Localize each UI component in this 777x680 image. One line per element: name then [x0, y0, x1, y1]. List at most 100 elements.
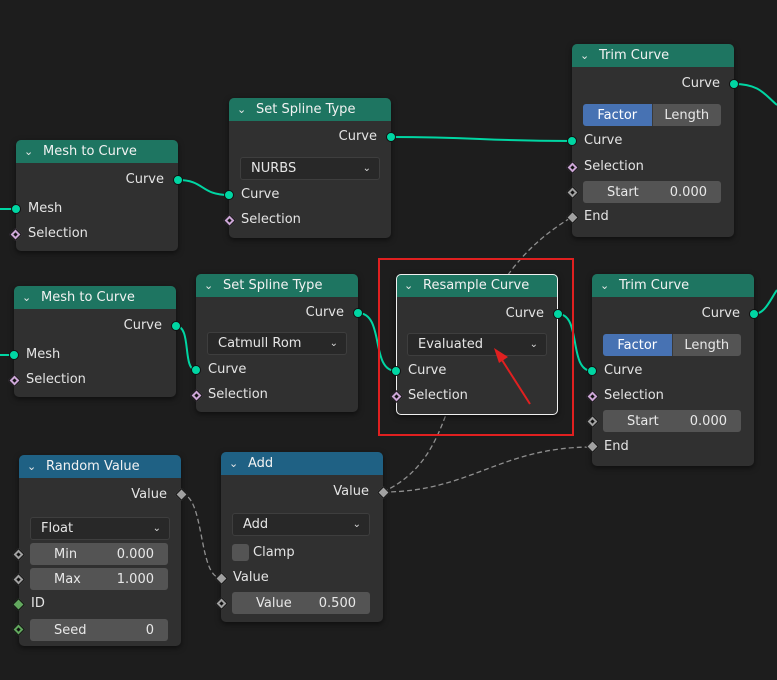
start-field[interactable]: Start 0.000 — [583, 181, 721, 203]
input-end-label: End — [584, 209, 609, 224]
clamp-label: Clamp — [253, 544, 295, 560]
dropdown-value: Float — [41, 521, 74, 536]
node-header[interactable]: ⌄ Mesh to Curve — [16, 140, 178, 163]
input-curve-label: Curve — [604, 363, 643, 378]
start-field[interactable]: Start 0.000 — [603, 410, 741, 432]
chevron-down-icon[interactable]: ⌄ — [204, 279, 216, 292]
value-field[interactable]: Value 0.500 — [232, 592, 370, 614]
seed-field[interactable]: Seed 0 — [30, 619, 168, 641]
trim-curve-2-curve-output-socket[interactable] — [749, 309, 759, 319]
chevron-down-icon[interactable]: ⌄ — [24, 145, 36, 158]
link-mesh-to-curve-2-to-set-spline-2 — [175, 325, 197, 371]
mesh-to-curve-2-curve-output-socket[interactable] — [171, 321, 181, 331]
node-header[interactable]: ⌄ Trim Curve — [592, 274, 754, 297]
clamp-checkbox-row[interactable]: Clamp — [232, 542, 295, 562]
spline-type-dropdown[interactable]: NURBS ⌄ — [240, 157, 380, 180]
set-spline-type-node-2[interactable]: ⌄ Set Spline Type Curve Catmull Rom ⌄ Curv… — [196, 274, 358, 412]
mesh-to-curve-node-1[interactable]: ⌄ Mesh to Curve Curve Mesh Selection — [16, 140, 178, 251]
set-spline-1-curve-input-socket[interactable] — [224, 190, 234, 200]
dropdown-value: NURBS — [251, 161, 297, 176]
mode-factor-option[interactable]: Factor — [603, 334, 672, 356]
output-curve-label: Curve — [681, 76, 720, 91]
node-title: Random Value — [46, 459, 140, 474]
trim-curve-node-2[interactable]: ⌄ Trim Curve Curve Factor Length Curve Se… — [592, 274, 754, 466]
trim-mode-selector[interactable]: Factor Length — [603, 334, 741, 356]
output-curve-label: Curve — [338, 129, 377, 144]
set-spline-type-node-1[interactable]: ⌄ Set Spline Type Curve NURBS ⌄ Curve Sele… — [229, 98, 391, 238]
chevron-down-icon: ⌄ — [362, 163, 371, 174]
input-curve-label: Curve — [241, 187, 280, 202]
input-selection-label: Selection — [208, 387, 268, 402]
node-header[interactable]: ⌄ Mesh to Curve — [14, 286, 176, 309]
input-selection-label: Selection — [241, 212, 301, 227]
node-title: Mesh to Curve — [41, 290, 135, 305]
mesh-to-curve-node-2[interactable]: ⌄ Mesh to Curve Curve Mesh Selection — [14, 286, 176, 397]
node-header[interactable]: ⌄ Random Value — [19, 455, 181, 478]
trim-curve-node-1[interactable]: ⌄ Trim Curve Curve Factor Length Curve Se… — [572, 44, 734, 237]
node-header[interactable]: ⌄ Trim Curve — [572, 44, 734, 67]
node-header[interactable]: ⌄ Set Spline Type — [196, 274, 358, 297]
chevron-down-icon[interactable]: ⌄ — [22, 291, 34, 304]
add-math-node[interactable]: ⌄ Add Value Add ⌄ Clamp Value Value 0.500 — [221, 452, 383, 622]
input-curve-label: Curve — [208, 362, 247, 377]
chevron-down-icon[interactable]: ⌄ — [27, 460, 39, 473]
clamp-checkbox[interactable] — [232, 543, 249, 561]
set-spline-2-curve-output-socket[interactable] — [353, 308, 363, 318]
dropdown-value: Add — [243, 517, 269, 532]
node-title: Set Spline Type — [256, 102, 356, 117]
random-value-node[interactable]: ⌄ Random Value Value Float ⌄ Min 0.000 Max 1… — [19, 455, 181, 646]
input-selection-label: Selection — [584, 159, 644, 174]
field-value: 0.000 — [669, 184, 707, 200]
input-selection-label: Selection — [604, 388, 664, 403]
chevron-down-icon[interactable]: ⌄ — [600, 279, 612, 292]
output-curve-label: Curve — [123, 318, 162, 333]
field-value: 1.000 — [116, 571, 154, 587]
mode-length-option[interactable]: Length — [671, 334, 741, 356]
link-trim-curve-1-out — [733, 83, 777, 106]
output-curve-label: Curve — [701, 306, 740, 321]
field-value: 0.500 — [318, 595, 356, 611]
input-selection-label: Selection — [26, 372, 86, 387]
trim-curve-1-curve-input-socket[interactable] — [567, 136, 577, 146]
output-value-label: Value — [131, 487, 167, 502]
data-type-dropdown[interactable]: Float ⌄ — [30, 517, 170, 540]
output-curve-label: Curve — [305, 305, 344, 320]
input-mesh-label: Mesh — [26, 347, 61, 362]
node-header[interactable]: ⌄ Add — [221, 452, 383, 475]
mesh-to-curve-1-curve-output-socket[interactable] — [173, 175, 183, 185]
link-mesh-to-curve-1-to-set-spline-1 — [177, 179, 230, 196]
link-set-spline-1-to-trim-curve-1 — [390, 136, 573, 142]
trim-mode-selector[interactable]: Factor Length — [583, 104, 721, 126]
mode-factor-option[interactable]: Factor — [583, 104, 652, 126]
set-spline-1-curve-output-socket[interactable] — [386, 132, 396, 142]
chevron-down-icon[interactable]: ⌄ — [237, 103, 249, 116]
field-value: 0 — [145, 622, 154, 638]
chevron-down-icon[interactable]: ⌄ — [229, 457, 241, 470]
field-label: Min — [54, 546, 78, 562]
dropdown-value: Catmull Rom — [218, 336, 302, 351]
trim-curve-2-curve-input-socket[interactable] — [587, 366, 597, 376]
output-value-label: Value — [333, 484, 369, 499]
highlight-box — [378, 258, 574, 436]
input-selection-label: Selection — [28, 226, 88, 241]
operation-dropdown[interactable]: Add ⌄ — [232, 513, 370, 536]
field-label: Max — [54, 571, 81, 587]
input-end-label: End — [604, 439, 629, 454]
set-spline-2-curve-input-socket[interactable] — [191, 365, 201, 375]
mesh-to-curve-2-mesh-input-socket[interactable] — [9, 350, 19, 360]
min-field[interactable]: Min 0.000 — [30, 543, 168, 565]
field-label: Seed — [54, 622, 87, 638]
node-title: Add — [248, 456, 274, 471]
mesh-to-curve-1-mesh-input-socket[interactable] — [11, 204, 21, 214]
trim-curve-1-curve-output-socket[interactable] — [729, 79, 739, 89]
node-header[interactable]: ⌄ Set Spline Type — [229, 98, 391, 121]
node-title: Trim Curve — [619, 278, 690, 293]
mode-length-option[interactable]: Length — [651, 104, 721, 126]
spline-type-dropdown[interactable]: Catmull Rom ⌄ — [207, 332, 347, 355]
chevron-down-icon: ⌄ — [152, 523, 161, 534]
max-field[interactable]: Max 1.000 — [30, 568, 168, 590]
chevron-down-icon: ⌄ — [352, 519, 361, 530]
chevron-down-icon[interactable]: ⌄ — [580, 49, 592, 62]
input-id-label: ID — [31, 596, 45, 611]
node-title: Trim Curve — [599, 48, 670, 63]
